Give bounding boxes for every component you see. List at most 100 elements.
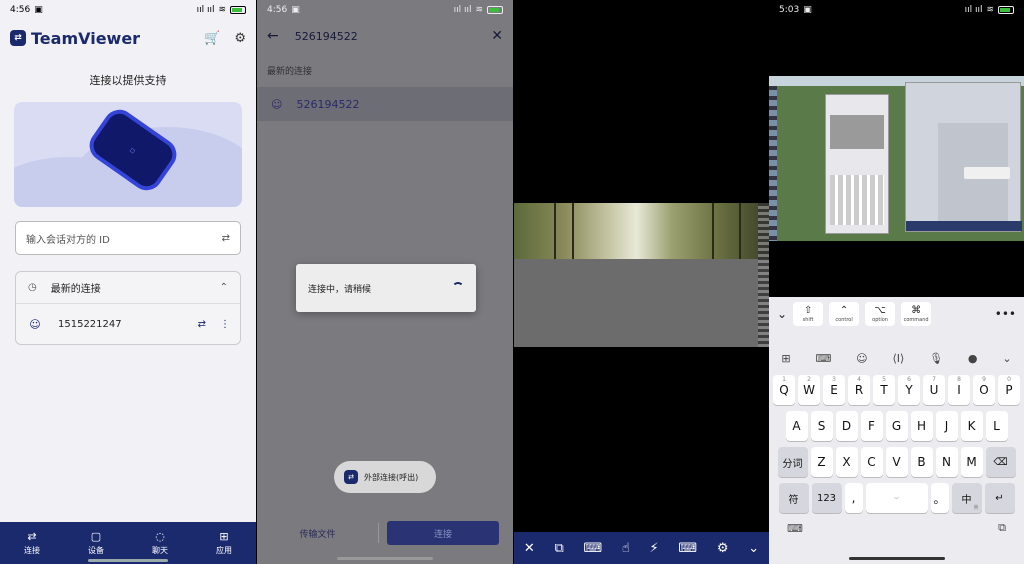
tab-devices[interactable]: ▢ 设备 (64, 522, 128, 564)
key-h[interactable]: H (910, 411, 933, 441)
chevron-up-icon[interactable]: ⌃ (220, 282, 228, 293)
enter-key[interactable]: ↵ (984, 483, 1015, 513)
close-icon[interactable]: ✕ (491, 28, 503, 44)
display-icon[interactable]: ⧉ (554, 541, 563, 556)
action-bar: 传输文件 连接 (257, 518, 513, 548)
key-r[interactable]: 4R (848, 375, 870, 405)
clipboard-icon[interactable]: ⧉ (998, 521, 1006, 535)
connect-button[interactable]: 连接 (387, 521, 499, 545)
split-key[interactable]: 分词 (777, 447, 808, 477)
partner-id-input[interactable]: 输入会话对方的 ID ⇄ (15, 221, 241, 255)
cart-icon[interactable]: 🛒 (204, 31, 220, 46)
key-f[interactable]: F (860, 411, 883, 441)
swap-arrows-icon[interactable]: ⇄ (222, 233, 230, 244)
period-key[interactable]: 。 (930, 483, 949, 513)
key-number-hint: 3 (832, 376, 836, 383)
remote-screen-image[interactable] (514, 203, 769, 259)
key-l[interactable]: L (985, 411, 1008, 441)
command-key[interactable]: ⌘ command (901, 302, 932, 326)
remote-window[interactable] (905, 82, 1022, 232)
key-k[interactable]: K (960, 411, 983, 441)
home-indicator (849, 557, 945, 560)
remote-screen-area[interactable] (514, 259, 769, 347)
notification-icon: ▣ (291, 5, 300, 15)
key-letter: W (803, 383, 815, 397)
chevron-down-icon[interactable]: ⌄ (1002, 352, 1011, 365)
key-o[interactable]: 9O (973, 375, 995, 405)
wifi-icon: ≋ (475, 5, 483, 15)
key-letter: Q (779, 383, 789, 397)
key-s[interactable]: S (810, 411, 833, 441)
key-b[interactable]: B (910, 447, 933, 477)
shift-key[interactable]: ⇧ shift (793, 302, 824, 326)
key-x[interactable]: X (835, 447, 858, 477)
touch-icon[interactable]: ☝ (622, 541, 630, 556)
chevron-down-icon[interactable]: ⌄ (777, 307, 787, 321)
back-arrow-icon[interactable]: ← (267, 28, 279, 44)
comma-key[interactable]: , (844, 483, 863, 513)
key-w[interactable]: 2W (798, 375, 820, 405)
flash-icon[interactable]: ⚡ (650, 541, 659, 556)
more-vertical-icon[interactable]: ⋮ (220, 319, 230, 330)
cursor-icon[interactable]: ⟨I⟩ (892, 352, 904, 365)
apple-icon[interactable]: ● (968, 352, 978, 365)
key-u[interactable]: 7U (923, 375, 945, 405)
key-row-1: 1Q2W3E4R5T6Y7U8I9O0P (769, 375, 1024, 405)
list-item[interactable]: ☺ 1515221247 ⇄ ⋮ (16, 304, 240, 344)
chevron-down-icon[interactable]: ⌄ (748, 541, 759, 556)
key-j[interactable]: J (935, 411, 958, 441)
key-d[interactable]: D (835, 411, 858, 441)
search-input[interactable]: 526194522 (295, 30, 358, 43)
remote-window[interactable] (825, 94, 889, 234)
connecting-dialog: 连接中，请稍候 (296, 264, 476, 312)
key-i[interactable]: 8I (948, 375, 970, 405)
space-key[interactable]: ⌣ (865, 483, 928, 513)
key-c[interactable]: C (860, 447, 883, 477)
key-g[interactable]: G (885, 411, 908, 441)
key-t[interactable]: 5T (873, 375, 895, 405)
backspace-key[interactable]: ⌫ (985, 447, 1016, 477)
recent-connections-card: ◷ 最新的连接 ⌃ ☺ 1515221247 ⇄ ⋮ (15, 271, 241, 345)
microphone-icon[interactable]: 🎙 (929, 352, 943, 365)
key-q[interactable]: 1Q (773, 375, 795, 405)
keyboard-icon[interactable]: ⌨ (787, 522, 803, 535)
connect-icon: ⇄ (27, 530, 37, 543)
key-v[interactable]: V (885, 447, 908, 477)
list-item[interactable]: ☺ 526194522 (257, 87, 513, 121)
control-key[interactable]: ⌃ control (829, 302, 860, 326)
key-z[interactable]: Z (810, 447, 833, 477)
gear-icon[interactable]: ⚙ (717, 541, 729, 556)
connect-arrows-icon[interactable]: ⇄ (198, 319, 206, 330)
divider (378, 523, 379, 543)
key-n[interactable]: N (935, 447, 958, 477)
key-e[interactable]: 3E (823, 375, 845, 405)
gear-icon[interactable]: ⚙ (234, 31, 246, 46)
tab-apps[interactable]: ⊞ 应用 (192, 522, 256, 564)
key-m[interactable]: M (960, 447, 983, 477)
language-key[interactable]: 中英 (951, 483, 982, 513)
symbol-key[interactable]: 符 (778, 483, 809, 513)
keyboard-settings-icon[interactable]: ⌨ (678, 541, 697, 556)
key-y[interactable]: 6Y (898, 375, 920, 405)
page-title: 连接以提供支持 (89, 74, 167, 87)
tab-connect[interactable]: ⇄ 连接 (0, 522, 64, 564)
option-key[interactable]: ⌥ option (865, 302, 896, 326)
more-horizontal-icon[interactable]: ••• (995, 307, 1016, 321)
microphone-icon: ⌣ (893, 493, 900, 502)
keyboard-icon[interactable]: ⌨ (583, 541, 602, 556)
backspace-icon: ⌫ (993, 456, 1008, 468)
remote-desktop-view[interactable] (769, 76, 1024, 241)
key-a[interactable]: A (785, 411, 808, 441)
tab-chat[interactable]: ◌ 聊天 (128, 522, 192, 564)
recent-connections-header[interactable]: ◷ 最新的连接 ⌃ (16, 272, 240, 304)
modifier-bar: ⌄ ⇧ shift ⌃ control ⌥ option ⌘ command ••• (769, 297, 1024, 331)
emoji-icon[interactable]: ☺ (856, 352, 867, 365)
numbers-key[interactable]: 123 (811, 483, 842, 513)
key-letter: I (957, 383, 961, 397)
grid-icon[interactable]: ⊞ (781, 352, 790, 365)
recent-connections-title: 最新的连接 (50, 284, 101, 295)
key-p[interactable]: 0P (998, 375, 1020, 405)
keyboard-icon[interactable]: ⌨ (815, 352, 831, 365)
transfer-files-button[interactable]: 传输文件 (257, 527, 378, 540)
close-icon[interactable]: ✕ (524, 541, 535, 556)
